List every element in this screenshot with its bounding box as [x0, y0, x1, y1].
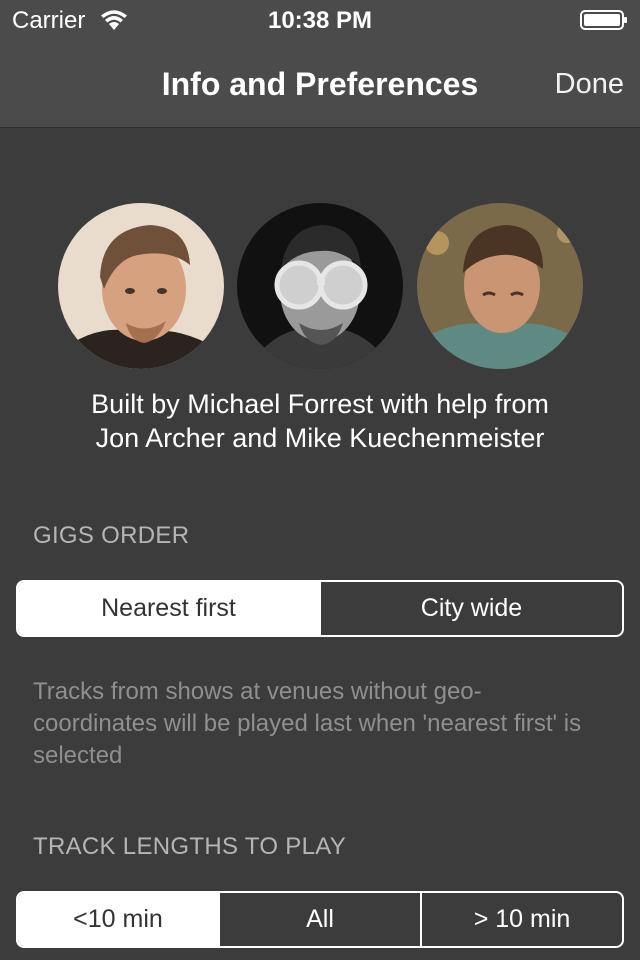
navigation-bar: Info and Preferences Done	[0, 40, 640, 128]
done-button[interactable]: Done	[555, 68, 624, 101]
gigs-order-header: GIGS ORDER	[33, 522, 190, 549]
avatar-mike-kuechenmeister	[417, 203, 583, 369]
gigs-order-nearest-first[interactable]: Nearest first	[18, 582, 319, 635]
credits-line-1: Built by Michael Forrest with help from	[91, 389, 549, 419]
track-lengths-header: TRACK LENGTHS TO PLAY	[33, 833, 347, 860]
track-lengths-control: <10 min All > 10 min	[16, 891, 624, 948]
battery-icon	[580, 10, 627, 30]
track-length-under-10-min[interactable]: <10 min	[18, 893, 218, 946]
status-bar: Carrier 10:38 PM	[0, 0, 640, 40]
clock: 10:38 PM	[267, 7, 373, 34]
credits-text: Built by Michael Forrest with help from …	[20, 387, 620, 455]
author-avatars	[0, 203, 640, 369]
gigs-order-control: Nearest first City wide	[16, 580, 624, 637]
avatar-michael-forrest	[58, 203, 224, 369]
track-length-all[interactable]: All	[218, 893, 420, 946]
credits-line-2: Jon Archer and Mike Kuechenmeister	[95, 423, 545, 453]
avatar-jon-archer	[237, 203, 403, 369]
track-length-over-10-min[interactable]: > 10 min	[420, 893, 622, 946]
page-title: Info and Preferences	[161, 66, 479, 102]
gigs-order-city-wide[interactable]: City wide	[319, 582, 622, 635]
gigs-order-footnote: Tracks from shows at venues without geo-…	[33, 678, 582, 769]
